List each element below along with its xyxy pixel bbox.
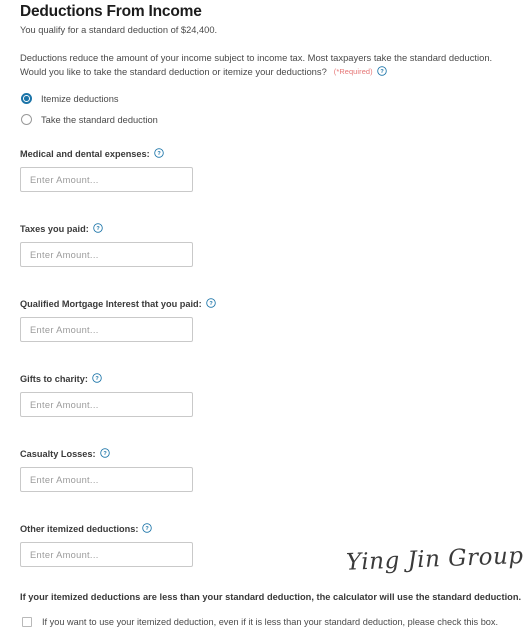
radio-option-itemize[interactable]: Itemize deductions: [20, 88, 505, 109]
radio-selected-icon[interactable]: [21, 93, 32, 104]
deduction-fields: Medical and dental expenses:? Taxes you …: [20, 148, 505, 567]
field-gifts-to-charity: Gifts to charity:?: [20, 373, 505, 417]
page-title: Deductions From Income: [20, 3, 202, 20]
intro-line-2: Would you like to take the standard dedu…: [20, 65, 327, 77]
field-gifts-to-charity-input[interactable]: [20, 392, 193, 417]
use-itemized-checkbox-label: If you want to use your itemized deducti…: [42, 617, 499, 627]
field-mortgage-interest-input[interactable]: [20, 317, 193, 342]
field-gifts-to-charity-label: Gifts to charity:?: [20, 373, 505, 385]
field-other-itemized-label: Other itemized deductions:?: [20, 523, 505, 535]
field-medical-dental-input[interactable]: [20, 167, 193, 192]
field-taxes-paid-label: Taxes you paid:?: [20, 223, 505, 235]
footer-note: If your itemized deductions are less tha…: [20, 592, 522, 602]
required-tag: (*Required): [333, 66, 373, 76]
help-circle-icon[interactable]: ?: [376, 65, 387, 76]
field-mortgage-interest: Qualified Mortgage Interest that you pai…: [20, 298, 505, 342]
field-taxes-paid-input[interactable]: [20, 242, 193, 267]
help-circle-icon[interactable]: ?: [99, 448, 110, 458]
field-casualty-losses-input[interactable]: [20, 467, 193, 492]
deductions-form-page: Deductions From Income You qualify for a…: [0, 0, 523, 627]
radio-unselected-icon[interactable]: [21, 114, 32, 125]
help-circle-icon[interactable]: ?: [92, 373, 102, 383]
intro-line-2-row: Would you like to take the standard dedu…: [20, 65, 505, 79]
radio-option-standard-label: Take the standard deduction: [41, 114, 158, 125]
radio-option-itemize-label: Itemize deductions: [41, 93, 119, 104]
form-content: Deductions From Income You qualify for a…: [20, 0, 522, 628]
checkbox-unchecked-icon[interactable]: [22, 617, 32, 627]
radio-option-standard[interactable]: Take the standard deduction: [20, 109, 505, 130]
field-casualty-losses-label: Casualty Losses:?: [20, 448, 505, 460]
deduction-choice-radio-group[interactable]: Itemize deductions Take the standard ded…: [20, 88, 505, 130]
field-casualty-losses: Casualty Losses:?: [20, 448, 505, 492]
intro-line-1: Deductions reduce the amount of your inc…: [20, 52, 493, 63]
standard-deduction-subtitle: You qualify for a standard deduction of …: [20, 25, 218, 35]
field-medical-dental: Medical and dental expenses:?: [20, 148, 505, 192]
help-circle-icon[interactable]: ?: [153, 148, 164, 158]
field-mortgage-interest-label: Qualified Mortgage Interest that you pai…: [20, 298, 505, 310]
help-circle-icon[interactable]: ?: [142, 523, 153, 533]
use-itemized-checkbox-row[interactable]: If you want to use your itemized deducti…: [20, 616, 505, 628]
field-taxes-paid: Taxes you paid:?: [20, 223, 505, 267]
field-other-itemized: Other itemized deductions:?: [20, 523, 505, 567]
intro-paragraph: Deductions reduce the amount of your inc…: [20, 51, 505, 78]
field-medical-dental-label: Medical and dental expenses:?: [20, 148, 505, 160]
field-other-itemized-input[interactable]: [20, 542, 193, 567]
help-circle-icon[interactable]: ?: [206, 298, 216, 308]
help-circle-icon[interactable]: ?: [93, 223, 103, 233]
